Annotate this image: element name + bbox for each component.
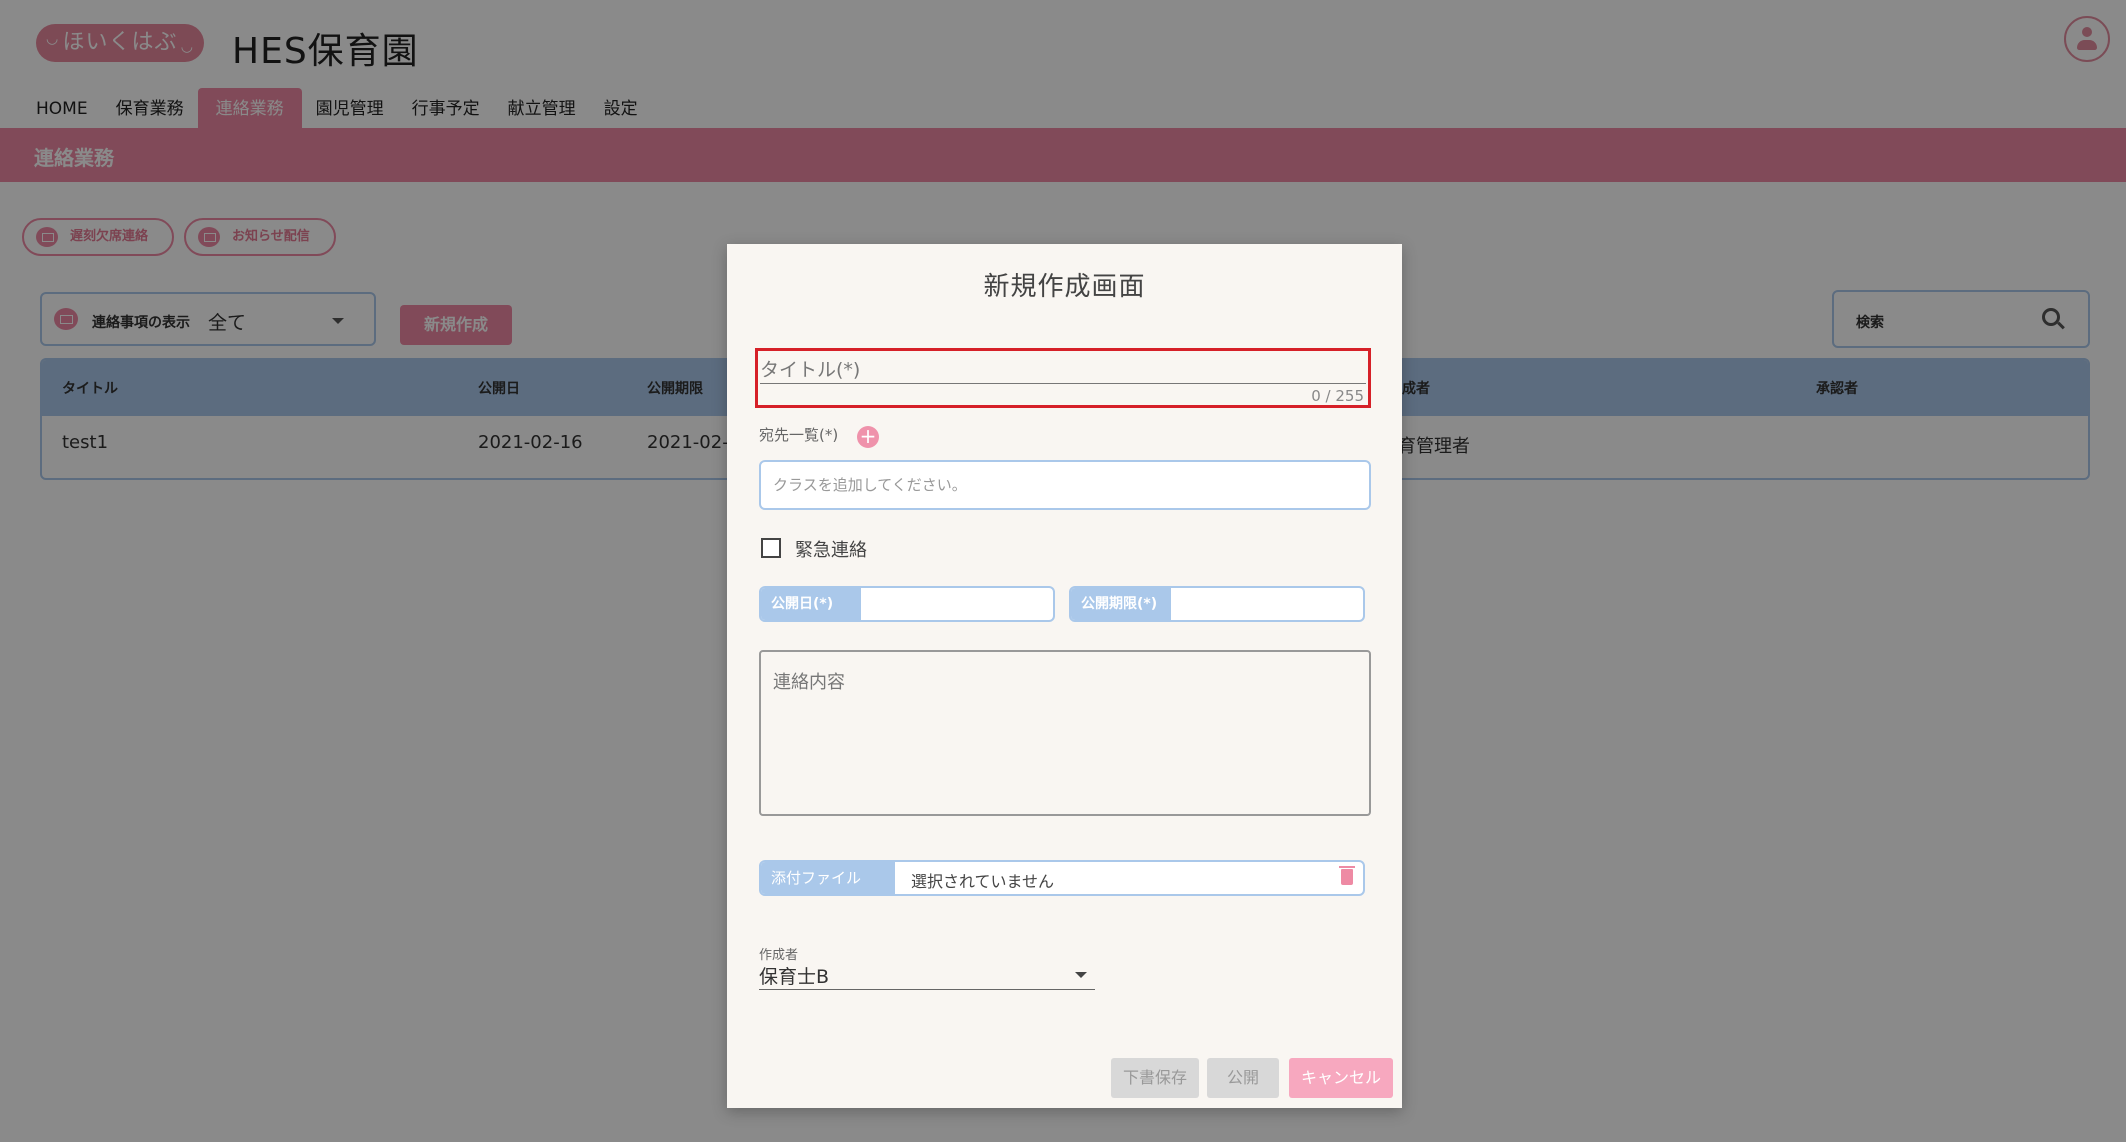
content-textarea[interactable]: [759, 650, 1371, 816]
title-field-underline: [760, 383, 1366, 384]
publish-expiry-label: 公開期限(*): [1071, 588, 1171, 620]
urgent-label: 緊急連絡: [795, 540, 867, 561]
author-value: 保育士B: [759, 966, 830, 988]
publish-date-field[interactable]: 公開日(*): [759, 586, 1055, 622]
destinations-label: 宛先一覧(*): [759, 426, 839, 444]
author-select[interactable]: 保育士B: [759, 960, 1095, 990]
urgent-checkbox[interactable]: [761, 538, 781, 558]
attachment-label: 添付ファイル: [761, 862, 895, 894]
add-destination-plus-icon[interactable]: +: [857, 426, 879, 448]
title-field[interactable]: タイトル(*) 0 / 255: [755, 348, 1371, 408]
title-field-label: タイトル(*): [760, 359, 861, 381]
attachment-field[interactable]: 添付ファイル 選択されていません: [759, 860, 1365, 896]
publish-expiry-field[interactable]: 公開期限(*): [1069, 586, 1365, 622]
new-entry-dialog: 新規作成画面 タイトル(*) 0 / 255 宛先一覧(*) + 緊急連絡 公開…: [727, 244, 1402, 1108]
attachment-value: 選択されていません: [911, 872, 1055, 891]
publish-button[interactable]: 公開: [1207, 1058, 1279, 1098]
cancel-button[interactable]: キャンセル: [1289, 1058, 1393, 1098]
save-draft-button[interactable]: 下書保存: [1111, 1058, 1199, 1098]
title-char-counter: 0 / 255: [1311, 387, 1364, 405]
destinations-input[interactable]: [759, 460, 1371, 510]
trash-icon[interactable]: [1339, 866, 1355, 885]
dialog-title: 新規作成画面: [983, 272, 1146, 302]
chevron-down-icon: [1075, 972, 1087, 978]
publish-date-label: 公開日(*): [761, 588, 861, 620]
